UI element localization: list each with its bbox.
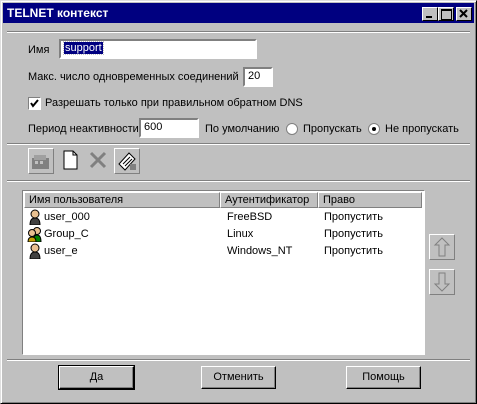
table-row[interactable]: user_000 FreeBSD Пропустить	[24, 209, 423, 226]
separator-list	[7, 180, 470, 182]
max-connections-label: Макс. число одновременных соединений	[28, 71, 239, 83]
delete-button[interactable]	[86, 148, 112, 174]
group-icon	[27, 227, 42, 242]
new-document-icon	[63, 150, 78, 170]
row-authenticator: Windows_NT	[227, 245, 293, 257]
column-header-right[interactable]: Право	[318, 192, 422, 208]
move-up-button[interactable]	[429, 234, 455, 260]
row-username: user_000	[44, 211, 90, 223]
minimize-button[interactable]	[422, 7, 438, 21]
separator-top	[7, 31, 470, 33]
radio-allow-label: Пропускать	[303, 123, 362, 135]
delete-icon	[89, 151, 107, 169]
arrow-down-icon	[433, 272, 451, 292]
user-icon	[29, 243, 41, 259]
maximize-button[interactable]	[438, 7, 454, 21]
row-right: Пропустить	[324, 211, 383, 223]
name-value: support	[63, 41, 104, 55]
new-button[interactable]	[58, 148, 84, 174]
minimize-icon	[426, 16, 432, 18]
reverse-dns-label: Разрешать только при правильном обратном…	[45, 97, 303, 109]
arrow-up-icon	[433, 237, 451, 257]
row-username: Group_C	[44, 228, 89, 240]
row-authenticator: FreeBSD	[227, 211, 273, 223]
maximize-icon	[441, 9, 452, 20]
user-list[interactable]: Имя пользователя Аутентификатор Право us…	[22, 190, 425, 355]
close-icon	[459, 9, 468, 18]
radio-deny[interactable]	[368, 123, 380, 135]
move-down-button[interactable]	[429, 269, 455, 295]
radio-allow[interactable]	[286, 123, 298, 135]
separator-bottom	[7, 359, 470, 361]
row-right: Пропустить	[324, 245, 383, 257]
user-icon	[29, 209, 41, 225]
window-title: TELNET контекст	[7, 6, 109, 20]
table-row[interactable]: user_e Windows_NT Пропустить	[24, 243, 423, 260]
telnet-context-dialog: TELNET контекст Имя support Макс. число …	[0, 0, 477, 404]
reverse-dns-checkbox[interactable]	[28, 97, 41, 110]
properties-icon	[32, 155, 49, 169]
radio-deny-label: Не пропускать	[385, 123, 459, 135]
idle-period-label: Период неактивности	[28, 123, 139, 135]
max-connections-value: 20	[248, 70, 261, 82]
close-button[interactable]	[456, 7, 472, 21]
title-bar[interactable]: TELNET контекст	[3, 3, 474, 23]
row-right: Пропустить	[324, 228, 383, 240]
key-pad-icon	[118, 152, 136, 171]
column-header-username[interactable]: Имя пользователя	[24, 192, 220, 208]
radio-selected-dot	[372, 127, 376, 131]
row-username: user_e	[44, 245, 78, 257]
column-header-authenticator[interactable]: Аутентификатор	[220, 192, 318, 208]
properties-button[interactable]	[28, 148, 54, 174]
separator-toolbar	[7, 143, 470, 145]
idle-period-field[interactable]: 600	[139, 118, 199, 138]
row-authenticator: Linux	[227, 228, 254, 240]
ok-button[interactable]: Да	[58, 365, 135, 390]
help-button[interactable]: Помощь	[346, 366, 421, 389]
table-row[interactable]: Group_C Linux Пропустить	[24, 226, 423, 243]
cancel-button[interactable]: Отменить	[201, 366, 276, 389]
max-connections-field[interactable]: 20	[243, 67, 273, 87]
default-label: По умолчанию	[205, 123, 280, 135]
checkmark-icon	[30, 99, 39, 108]
keys-button[interactable]	[114, 148, 140, 174]
name-field[interactable]: support	[59, 39, 257, 59]
name-label: Имя	[28, 44, 50, 56]
idle-period-value: 600	[144, 121, 163, 133]
